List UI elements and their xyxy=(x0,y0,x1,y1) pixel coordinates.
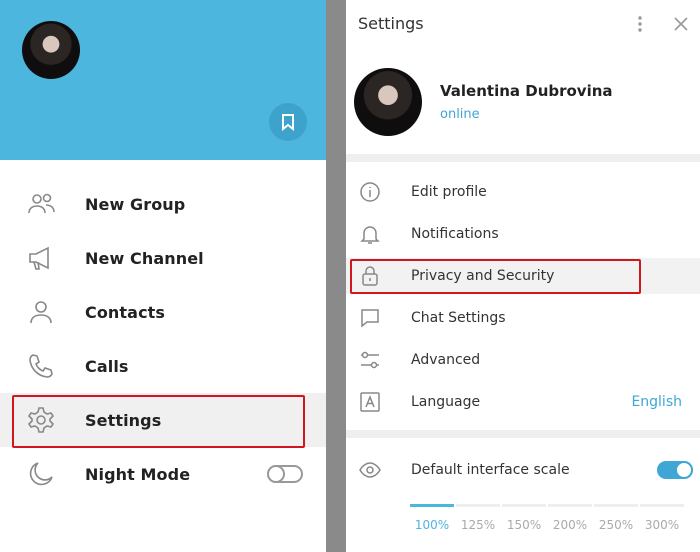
scale-option[interactable]: 100% xyxy=(410,518,454,532)
scale-option[interactable]: 200% xyxy=(548,518,592,532)
menu-item-night-mode[interactable]: Night Mode xyxy=(0,447,326,501)
profile-avatar[interactable] xyxy=(354,68,422,136)
saved-messages-button[interactable] xyxy=(269,103,307,141)
menu-item-calls[interactable]: Calls xyxy=(0,339,326,393)
scale-segment[interactable] xyxy=(410,504,454,507)
megaphone-icon xyxy=(29,246,49,270)
menu-item-new-channel[interactable]: New Channel xyxy=(0,231,326,285)
settings-item-edit-profile[interactable]: Edit profile xyxy=(346,174,700,210)
person-icon xyxy=(30,301,52,324)
settings-panel: Settings Valentina Dubrovina online Edit… xyxy=(346,0,700,552)
scale-segment[interactable] xyxy=(640,504,684,507)
settings-item-chat-settings[interactable]: Chat Settings xyxy=(346,300,700,336)
close-icon[interactable] xyxy=(674,17,688,31)
more-icon[interactable] xyxy=(636,15,644,33)
scale-row[interactable]: Default interface scale xyxy=(346,452,700,488)
scale-option[interactable]: 150% xyxy=(502,518,546,532)
highlight-box xyxy=(350,259,641,294)
profile-name: Valentina Dubrovina xyxy=(440,82,613,100)
scale-option[interactable]: 300% xyxy=(640,518,684,532)
highlight-box xyxy=(12,395,305,448)
main-menu: New Group New Channel Contacts Calls Set… xyxy=(0,0,326,552)
avatar[interactable] xyxy=(22,21,80,79)
sliders-icon xyxy=(361,351,379,369)
profile-status: online xyxy=(440,107,480,122)
bookmark-icon xyxy=(282,114,294,131)
chat-icon xyxy=(361,309,379,328)
scale-segment[interactable] xyxy=(456,504,500,507)
settings-item-advanced[interactable]: Advanced xyxy=(346,342,700,378)
bell-icon xyxy=(360,226,380,244)
phone-icon xyxy=(29,354,53,378)
moon-icon xyxy=(29,462,53,486)
eye-icon xyxy=(359,462,381,478)
scale-option[interactable]: 125% xyxy=(456,518,500,532)
divider xyxy=(346,154,700,162)
language-icon xyxy=(360,392,380,412)
scale-segment[interactable] xyxy=(594,504,638,507)
menu-header xyxy=(0,0,326,160)
divider xyxy=(346,430,700,438)
scale-segment[interactable] xyxy=(548,504,592,507)
dimmed-chat-list xyxy=(326,0,346,552)
group-icon xyxy=(28,193,55,214)
info-icon xyxy=(360,182,380,202)
settings-item-notifications[interactable]: Notifications xyxy=(346,216,700,252)
night-mode-toggle[interactable] xyxy=(267,465,303,483)
menu-item-contacts[interactable]: Contacts xyxy=(0,285,326,339)
language-value: English xyxy=(631,394,682,410)
settings-item-language[interactable]: Language English xyxy=(346,384,700,420)
scale-segment[interactable] xyxy=(502,504,546,507)
menu-item-new-group[interactable]: New Group xyxy=(0,177,326,231)
panel-title: Settings xyxy=(358,14,424,33)
scale-toggle[interactable] xyxy=(657,461,693,479)
scale-option[interactable]: 250% xyxy=(594,518,638,532)
